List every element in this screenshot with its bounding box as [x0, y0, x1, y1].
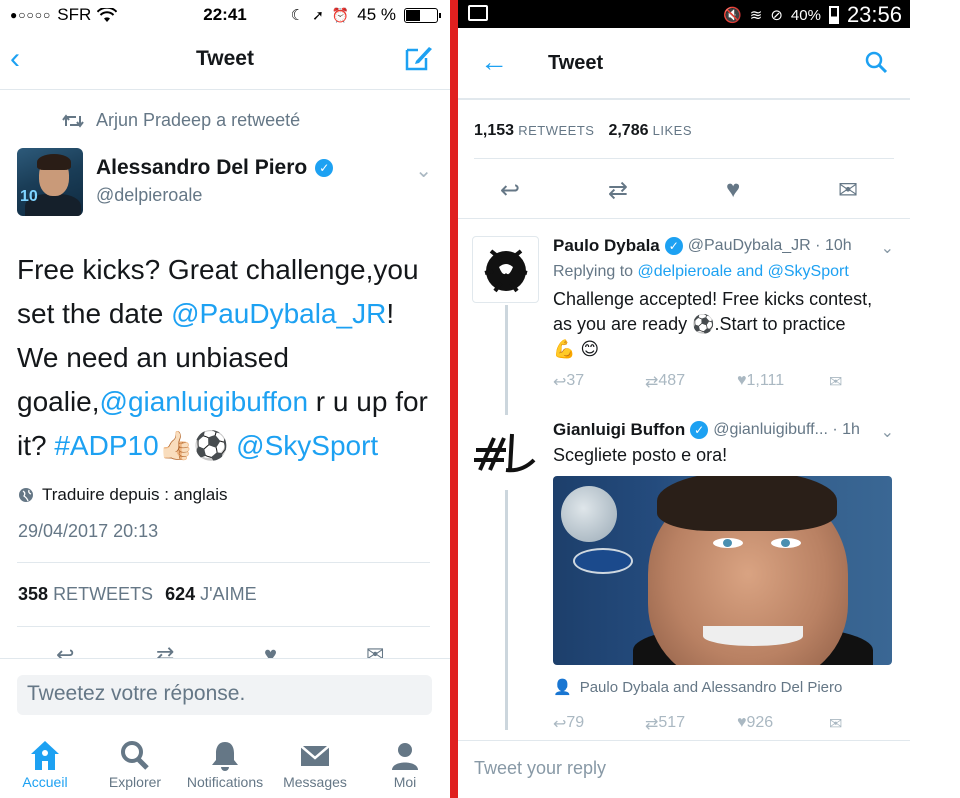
mute-icon: 🔇 [723, 7, 742, 24]
mention-link[interactable]: @gianluigibuffon [100, 386, 309, 417]
verified-icon: ✓ [664, 237, 683, 255]
reply-input[interactable]: Tweet your reply [474, 758, 606, 779]
tweet-text: Free kicks? Great challenge,you set the … [17, 254, 428, 461]
person-icon [392, 743, 418, 770]
dybala-logo-icon [484, 249, 528, 293]
nav-bar: ‹ Tweet [0, 30, 450, 90]
divider [17, 562, 430, 563]
reply-icon[interactable]: ↩ 79 [553, 714, 584, 734]
tweet-counts: 1,153 RETWEETS 2,786 LIKES [474, 122, 692, 140]
heart-icon[interactable]: ♥ 926 [737, 714, 773, 732]
dm-icon[interactable]: ✉ [829, 714, 842, 734]
bell-icon [212, 742, 238, 771]
divider [474, 158, 894, 159]
dm-icon[interactable]: ✉ [829, 372, 842, 392]
tagged-people[interactable]: 👤 Paulo Dybala and Alessandro Del Piero [553, 678, 842, 697]
nav-bar: ← Tweet [458, 28, 910, 100]
retweeted-by-label: Arjun Pradeep a retweeté [96, 110, 301, 130]
tab-explore[interactable]: Explorer [90, 738, 180, 790]
page-title: Tweet [196, 47, 254, 70]
reply-bar: Tweetez votre réponse. [0, 658, 450, 738]
tweet-photo[interactable] [553, 476, 892, 665]
replying-to: Replying to @delpieroale and @SkySport [553, 263, 849, 280]
retweet-icon[interactable]: ⇄ 487 [645, 372, 685, 392]
likes-count[interactable]: 2,786 LIKES [608, 122, 692, 140]
search-icon [121, 741, 149, 770]
reply-icon[interactable]: ↩ [500, 176, 520, 205]
alarm-icon: ⏰ [331, 6, 350, 23]
thread-line [505, 490, 508, 730]
tab-bar: Accueil Explorer Notifications Messages … [0, 738, 450, 798]
divider [458, 218, 910, 219]
retweeted-by: Arjun Pradeep a retweeté [62, 110, 300, 131]
reply-author[interactable]: Gianluigi Buffon ✓ @gianluigibuff... · 1… [553, 420, 860, 440]
heart-icon[interactable]: ♥ 1,111 [737, 372, 784, 390]
battery-percent: 40% [790, 6, 821, 24]
tweet-counts: 358 RETWEETS 624 J'AIME [18, 584, 257, 605]
status-time: 23:56 [846, 2, 902, 27]
moon-icon: ☾ [290, 7, 305, 24]
image-icon [468, 5, 488, 21]
author-name[interactable]: Alessandro Del Piero ✓ [96, 156, 334, 180]
chevron-down-icon[interactable]: ⌄ [415, 158, 432, 183]
ios-tweet-screen: ●○○○○ SFR 22:41 ☾ ➚ ⏰ 45 % ‹ Tweet Arjun… [0, 0, 450, 798]
translate-link[interactable]: Traduire depuis : anglais [18, 485, 228, 505]
verified-icon: ✓ [690, 421, 709, 439]
tab-me[interactable]: Moi [360, 738, 450, 790]
location-icon: ➚ [312, 6, 324, 23]
chevron-down-icon[interactable]: ⌄ [881, 422, 894, 442]
retweet-icon [62, 113, 84, 128]
dm-icon[interactable]: ✉ [838, 176, 858, 205]
tab-notifications[interactable]: Notifications [180, 738, 270, 790]
reply-author[interactable]: Paulo Dybala ✓ @PauDybala_JR · 10h [553, 236, 852, 256]
reply-bar: Tweet your reply [458, 740, 910, 798]
tweet-date: 29/04/2017 20:13 [18, 521, 159, 541]
reply-text: Scegliete posto e ora! [553, 445, 728, 465]
verified-icon: ✓ [315, 159, 334, 177]
globe-icon [19, 488, 33, 502]
hashtag-link[interactable]: #ADP10 [54, 430, 158, 461]
mention-link[interactable]: @PauDybala_JR [171, 298, 386, 329]
battery-percent: 45 % [357, 5, 396, 24]
battery-icon [828, 6, 839, 24]
mail-icon [300, 745, 330, 766]
tab-home[interactable]: Accueil [0, 738, 90, 790]
mention-link[interactable]: @SkySport [236, 430, 378, 461]
tab-messages[interactable]: Messages [270, 738, 360, 790]
back-arrow-icon[interactable]: ← [480, 46, 508, 78]
divider [17, 626, 430, 627]
compose-icon[interactable] [404, 44, 434, 72]
avatar[interactable] [472, 420, 539, 487]
avatar[interactable]: 10 [17, 148, 83, 216]
android-status-bar: 🔇 ≋ ⊘ 40% 23:56 [458, 0, 910, 28]
screenshot-divider [450, 0, 458, 798]
chevron-down-icon[interactable]: ⌄ [881, 238, 894, 258]
thread-line [505, 305, 508, 415]
person-icon: 👤 [553, 679, 572, 696]
battery-icon [404, 7, 441, 23]
retweets-count[interactable]: 1,153 RETWEETS [474, 122, 594, 140]
heart-icon[interactable]: ♥ [726, 176, 740, 204]
likes-count[interactable]: 624 J'AIME [165, 584, 257, 605]
emoji: 👍🏻⚽ [158, 430, 229, 461]
retweet-icon[interactable]: ⇄ [608, 176, 628, 205]
retweets-count[interactable]: 358 RETWEETS [18, 584, 153, 605]
reply-input[interactable]: Tweetez votre réponse. [17, 675, 432, 715]
android-tweet-screen: 🔇 ≋ ⊘ 40% 23:56 ← Tweet 1,153 RETWEETS 2… [458, 0, 910, 798]
reply-icon[interactable]: ↩ 37 [553, 372, 584, 392]
search-icon[interactable] [864, 50, 888, 74]
retweet-icon[interactable]: ⇄ 517 [645, 714, 685, 734]
wifi-icon: ≋ [749, 7, 763, 24]
page-title: Tweet [548, 52, 604, 74]
block-icon: ⊘ [770, 7, 783, 24]
home-icon [31, 741, 59, 770]
avatar[interactable] [472, 236, 539, 303]
author-handle[interactable]: @delpieroale [96, 185, 202, 206]
reply-text: Challenge accepted! Free kicks contest, … [553, 289, 873, 359]
ios-status-bar: ●○○○○ SFR 22:41 ☾ ➚ ⏰ 45 % [0, 0, 450, 30]
